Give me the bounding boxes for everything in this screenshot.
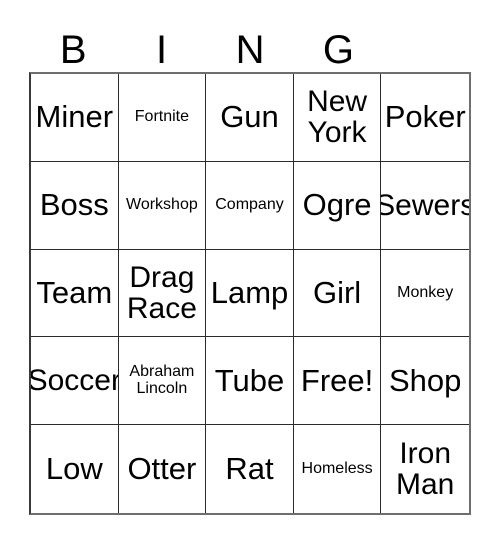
bingo-cell-r4c3[interactable]: Tube xyxy=(206,337,294,426)
bingo-cell-r1c5[interactable]: Poker xyxy=(381,74,469,162)
bingo-cell-r2c2[interactable]: Workshop xyxy=(118,161,207,250)
bingo-cell-r1c2[interactable]: Fortnite xyxy=(118,74,207,162)
bingo-cell-label: Lamp xyxy=(210,274,289,310)
bingo-cell-label: Soccer xyxy=(31,364,119,398)
bingo-cell-label: Abraham Lincoln xyxy=(129,363,195,397)
bingo-cell-r1c1[interactable]: Miner xyxy=(31,74,119,162)
bingo-cell-label: Company xyxy=(215,195,284,213)
bingo-cell-label: Drag Race xyxy=(126,260,197,325)
bingo-grid: Miner Fortnite Gun New York Poker Boss W… xyxy=(29,72,471,515)
bingo-cell-r2c3[interactable]: Company xyxy=(206,161,294,250)
bingo-cell-r2c4[interactable]: Ogre xyxy=(293,161,382,250)
header-letter-i: I xyxy=(156,28,168,72)
bingo-cell-r2c5[interactable]: Sewers xyxy=(381,161,469,250)
bingo-cell-r5c5[interactable]: Iron Man xyxy=(381,425,469,513)
bingo-cell-label: Monkey xyxy=(397,283,454,301)
bingo-cell-label: Poker xyxy=(384,99,466,135)
bingo-cell-label: Miner xyxy=(35,99,114,135)
bingo-cell-r4c1[interactable]: Soccer xyxy=(31,337,119,426)
bingo-cell-label: Shop xyxy=(388,362,462,398)
bingo-cell-free[interactable]: Free! xyxy=(293,337,382,426)
bingo-cell-r3c4[interactable]: Girl xyxy=(293,249,382,338)
bingo-cell-label: Sewers xyxy=(381,188,469,222)
bingo-cell-label: Gun xyxy=(220,99,279,135)
bingo-cell-label: Girl xyxy=(312,274,362,310)
bingo-cell-label: Tube xyxy=(214,362,285,398)
bingo-card: B I N G Miner Fortnite Gun New York Poke… xyxy=(0,0,500,544)
bingo-cell-label: Rat xyxy=(225,450,274,486)
bingo-header: B I N G xyxy=(29,12,471,72)
bingo-cell-label: Workshop xyxy=(126,195,198,213)
bingo-cell-r3c3[interactable]: Lamp xyxy=(206,249,294,338)
bingo-cell-label: Homeless xyxy=(301,459,373,477)
bingo-cell-r3c1[interactable]: Team xyxy=(31,249,119,338)
bingo-cell-r5c3[interactable]: Rat xyxy=(206,425,294,513)
header-letter-g: G xyxy=(322,28,354,72)
header-letter-b: B xyxy=(59,28,87,72)
bingo-cell-r5c1[interactable]: Low xyxy=(31,425,119,513)
bingo-cell-label: Free! xyxy=(300,362,374,398)
header-letter-n: N xyxy=(235,28,265,72)
header-letter-o xyxy=(383,12,471,72)
bingo-cell-r4c5[interactable]: Shop xyxy=(381,337,469,426)
bingo-cell-label: Low xyxy=(45,450,103,486)
bingo-cell-label: Fortnite xyxy=(134,108,190,126)
bingo-cell-label: Otter xyxy=(127,450,197,486)
bingo-cell-r3c5[interactable]: Monkey xyxy=(381,249,469,338)
bingo-cell-r1c3[interactable]: Gun xyxy=(206,74,294,162)
bingo-cell-label: Iron Man xyxy=(396,436,455,502)
bingo-cell-r4c2[interactable]: Abraham Lincoln xyxy=(118,337,207,426)
bingo-cell-label: New York xyxy=(307,85,368,150)
bingo-cell-r5c4[interactable]: Homeless xyxy=(293,425,382,513)
bingo-cell-label: Ogre xyxy=(302,187,372,223)
bingo-cell-r2c1[interactable]: Boss xyxy=(31,161,119,250)
bingo-cell-r3c2[interactable]: Drag Race xyxy=(118,249,207,338)
bingo-cell-label: Team xyxy=(36,274,113,310)
bingo-cell-r1c4[interactable]: New York xyxy=(293,74,382,162)
bingo-cell-label: Boss xyxy=(39,187,109,223)
bingo-cell-r5c2[interactable]: Otter xyxy=(118,425,207,513)
